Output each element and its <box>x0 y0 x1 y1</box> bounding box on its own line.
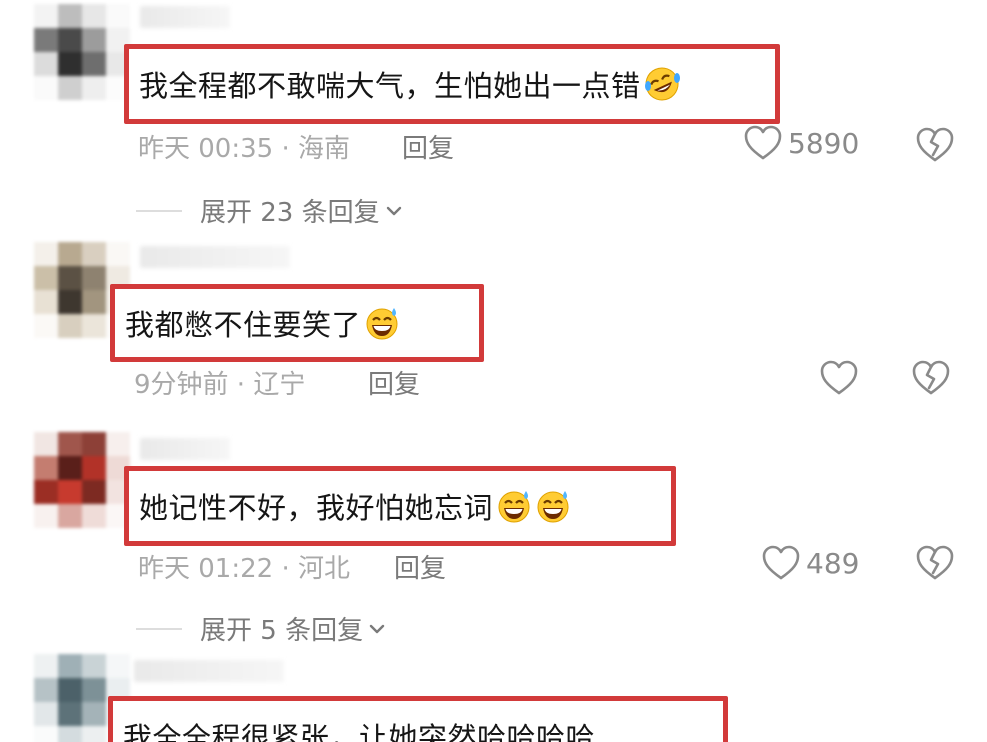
like-count: 489 <box>806 546 860 580</box>
username[interactable] <box>140 6 230 28</box>
username[interactable] <box>134 660 284 682</box>
comment-highlight: 她记性不好，我好怕她忘词 <box>124 466 676 546</box>
grinning-sweat-icon <box>498 491 530 523</box>
chevron-down-icon <box>386 206 401 215</box>
username[interactable] <box>140 246 290 268</box>
rolling-on-floor-laughing-icon <box>644 67 680 101</box>
expand-replies-label: 展开 23 条回复 <box>200 198 380 228</box>
divider <box>136 209 182 212</box>
username[interactable] <box>140 438 230 460</box>
comment-meta: 昨天 01:22 · 河北 <box>138 554 350 584</box>
avatar[interactable] <box>34 4 130 100</box>
like-button[interactable]: 489 <box>762 545 859 581</box>
expand-replies-button[interactable]: 展开 5 条回复 <box>136 610 387 647</box>
like-button[interactable] <box>820 360 864 396</box>
comment-highlight: 我全全程很紧张，让她突然哈哈哈哈 <box>108 696 728 742</box>
grinning-sweat-icon <box>366 308 398 340</box>
divider <box>136 627 182 630</box>
comment-highlight: 我全程都不敢喘大气，生怕她出一点错 <box>124 44 780 124</box>
expand-replies-button[interactable]: 展开 23 条回复 <box>136 192 404 229</box>
comment-highlight: 我都憋不住要笑了 <box>110 284 484 362</box>
grinning-sweat-icon <box>537 491 569 523</box>
heart-outline-icon <box>762 545 800 580</box>
comment-text: 我都憋不住要笑了 <box>125 308 362 342</box>
comment-meta: 昨天 00:35 · 海南 <box>138 134 350 164</box>
broken-heart-icon[interactable] <box>916 545 954 581</box>
expand-replies-label: 展开 5 条回复 <box>200 616 364 646</box>
reply-button[interactable]: 回复 <box>368 364 420 401</box>
comment-text: 我全全程很紧张，让她突然哈哈哈哈 <box>123 721 596 742</box>
avatar[interactable] <box>34 432 130 528</box>
like-count: 5890 <box>788 126 860 160</box>
broken-heart-icon[interactable] <box>912 360 950 396</box>
comment-text: 我全程都不敢喘大气，生怕她出一点错 <box>139 69 641 103</box>
comment-text: 她记性不好，我好怕她忘词 <box>139 491 494 525</box>
comment-list: 我全程都不敢喘大气，生怕她出一点错 昨天 00:35 · 海南 回复 5890 … <box>0 0 987 742</box>
heart-outline-icon <box>744 125 782 160</box>
like-button[interactable]: 5890 <box>744 125 859 161</box>
reply-button[interactable]: 回复 <box>402 128 454 165</box>
chevron-down-icon <box>369 624 385 633</box>
reply-button[interactable]: 回复 <box>394 548 446 585</box>
comment-meta: 9分钟前 · 辽宁 <box>134 370 306 400</box>
broken-heart-icon[interactable] <box>916 127 954 163</box>
heart-outline-icon <box>820 360 858 395</box>
